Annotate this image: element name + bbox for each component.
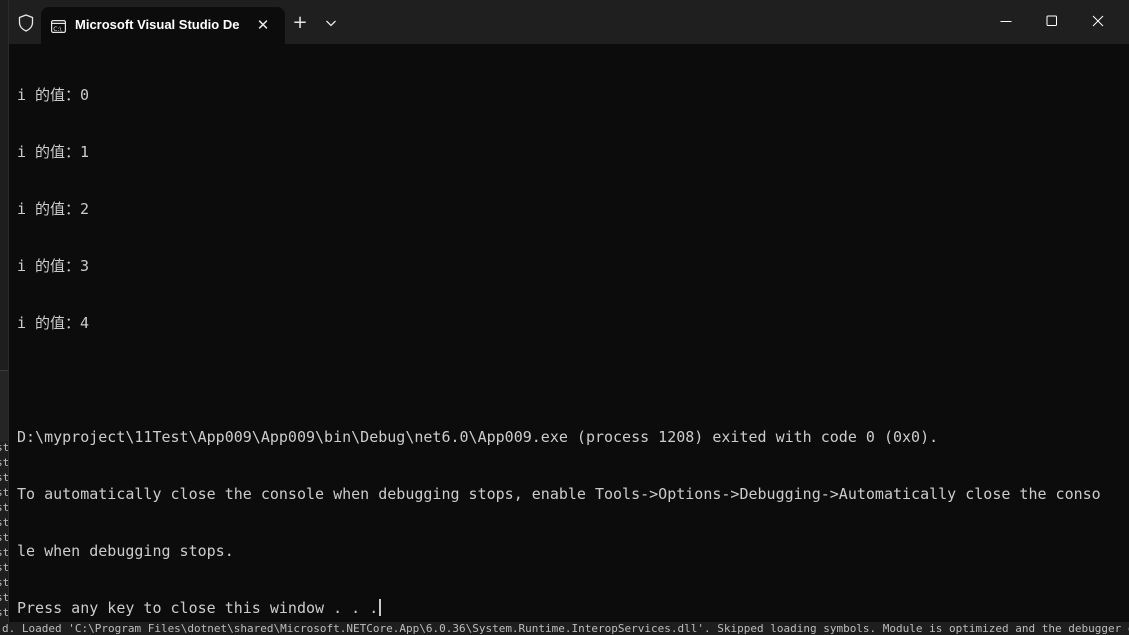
shield-icon[interactable] xyxy=(18,14,34,32)
terminal-window[interactable]: C:\ Microsoft Visual Studio Debug Consol… xyxy=(8,0,1129,622)
text-cursor xyxy=(379,599,382,616)
background-panel-strip xyxy=(0,370,8,441)
maximize-icon xyxy=(1046,15,1057,26)
minimize-icon xyxy=(1000,21,1012,22)
console-line: D:\myproject\11Test\App009\App009\bin\De… xyxy=(17,428,939,446)
console-prompt-line: Press any key to close this window . . . xyxy=(17,599,1122,618)
console-line: i 的值：3 xyxy=(17,257,90,275)
close-icon[interactable]: ✕ xyxy=(253,15,273,35)
maximize-button[interactable] xyxy=(1029,0,1075,44)
window-close-icon xyxy=(1092,15,1104,27)
console-output[interactable]: i 的值：0 i 的值：1 i 的值：2 i 的值：3 i 的值：4 D:\my… xyxy=(17,48,1122,635)
window-close-button[interactable] xyxy=(1075,0,1121,44)
console-line: i 的值：4 xyxy=(17,314,90,332)
minimize-button[interactable] xyxy=(983,0,1029,44)
console-line: i 的值：1 xyxy=(17,143,90,161)
console-line: i 的值：2 xyxy=(17,200,90,218)
chevron-down-icon[interactable] xyxy=(321,13,341,33)
console-line: le when debugging stops. xyxy=(17,542,234,560)
tab-title: Microsoft Visual Studio Debug Console xyxy=(75,17,239,32)
console-line: To automatically close the console when … xyxy=(17,485,1101,503)
console-icon: C:\ xyxy=(51,18,67,34)
console-prompt-text: Press any key to close this window . . . xyxy=(17,599,379,617)
tab-debug-console[interactable]: C:\ Microsoft Visual Studio Debug Consol… xyxy=(41,7,285,44)
plus-icon[interactable]: + xyxy=(289,12,311,34)
svg-text:C:\: C:\ xyxy=(53,26,62,33)
title-bar[interactable]: C:\ Microsoft Visual Studio Debug Consol… xyxy=(9,0,1129,44)
console-line: i 的值：0 xyxy=(17,86,90,104)
